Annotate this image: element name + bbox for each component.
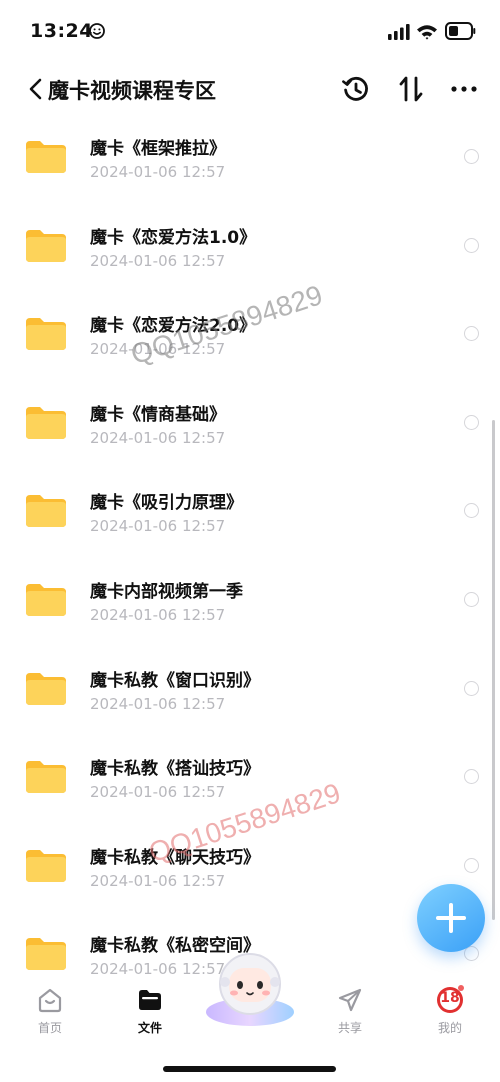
avatar-badge: 18 <box>440 990 460 1006</box>
folder-icon <box>26 938 66 971</box>
tab-label: 文件 <box>137 1021 162 1035</box>
mascot-astronaut-icon[interactable] <box>203 948 297 1028</box>
select-radio[interactable] <box>464 769 479 785</box>
file-name: 魔卡私教《聊天技巧》 <box>90 847 260 868</box>
file-list: 魔卡《框架推拉》 2024-01-06 12:57 魔卡《恋爱方法1.0》 2024-… <box>0 100 500 978</box>
folder-icon <box>26 584 66 616</box>
folder-icon <box>26 141 66 173</box>
add-button[interactable] <box>417 884 485 952</box>
file-name: 魔卡《框架推拉》 <box>90 139 226 159</box>
folder-icon <box>26 406 66 439</box>
file-name: 魔卡私教《窗口识别》 <box>90 670 260 691</box>
tab-label: 我的 <box>437 1021 462 1035</box>
file-date: 2024-01-06 12:57 <box>90 428 226 447</box>
file-date: 2024-01-06 12:57 <box>90 340 226 359</box>
file-date: 2024-01-06 12:57 <box>90 163 226 181</box>
status-bar: 13:24 <box>0 0 500 62</box>
battery-icon <box>445 22 476 40</box>
folder-icon <box>26 495 66 528</box>
file-name: 魔卡内部视频第一季 <box>90 582 243 602</box>
tab-mine[interactable]: 18 我的 <box>400 976 500 1056</box>
file-name: 魔卡《吸引力原理》 <box>90 493 243 514</box>
file-date: 2024-01-06 12:57 <box>90 871 226 890</box>
tab-share[interactable]: 共享 <box>300 976 400 1056</box>
select-radio[interactable] <box>464 857 479 873</box>
folder-icon <box>26 318 66 351</box>
select-radio[interactable] <box>464 680 479 696</box>
home-icon <box>38 988 62 1013</box>
folder-icon <box>26 849 66 882</box>
tab-label: 首页 <box>37 1021 62 1035</box>
list-item[interactable]: 魔卡《情商基础》 2024-01-06 12:57 <box>0 366 500 454</box>
tab-label: 共享 <box>337 1021 362 1035</box>
file-name: 魔卡《恋爱方法1.0》 <box>90 227 257 248</box>
home-indicator <box>163 1066 336 1072</box>
file-name: 魔卡《恋爱方法2.0》 <box>90 316 257 337</box>
file-name: 魔卡《情商基础》 <box>90 404 226 425</box>
file-name: 魔卡私教《搭讪技巧》 <box>90 759 260 780</box>
file-date: 2024-01-06 12:57 <box>90 517 226 536</box>
file-date: 2024-01-06 12:57 <box>90 251 226 270</box>
folder-icon <box>26 672 66 705</box>
folder-icon <box>26 229 66 262</box>
smiley-icon <box>89 23 105 39</box>
list-item[interactable]: 魔卡《吸引力原理》 2024-01-06 12:57 <box>0 454 500 542</box>
select-radio[interactable] <box>464 414 479 430</box>
status-time: 13:24 <box>30 20 93 42</box>
file-date: 2024-01-06 12:57 <box>90 606 226 624</box>
folder-icon <box>139 990 161 1010</box>
tab-files[interactable]: 文件 <box>100 976 200 1056</box>
scrollbar[interactable] <box>492 420 495 920</box>
plus-icon <box>436 903 466 933</box>
list-item[interactable]: 魔卡私教《搭讪技巧》 2024-01-06 12:57 <box>0 720 500 808</box>
list-item[interactable]: 魔卡内部视频第一季 2024-01-06 12:57 <box>0 543 500 631</box>
select-radio[interactable] <box>464 149 479 164</box>
select-radio[interactable] <box>464 503 479 519</box>
wifi-icon <box>417 25 437 40</box>
file-date: 2024-01-06 12:57 <box>90 694 226 713</box>
list-item[interactable]: 魔卡《恋爱方法1.0》 2024-01-06 12:57 <box>0 189 500 277</box>
select-radio[interactable] <box>464 326 479 342</box>
list-item[interactable]: 魔卡私教《窗口识别》 2024-01-06 12:57 <box>0 632 500 720</box>
tab-home[interactable]: 首页 <box>0 976 100 1056</box>
list-item[interactable]: 魔卡《恋爱方法2.0》 2024-01-06 12:57 <box>0 277 500 365</box>
file-date: 2024-01-06 12:57 <box>90 783 226 802</box>
select-radio[interactable] <box>464 592 479 607</box>
cellular-signal-icon <box>388 24 410 40</box>
share-icon <box>338 988 362 1012</box>
folder-icon <box>26 761 66 794</box>
select-radio[interactable] <box>464 237 479 253</box>
list-item[interactable]: 魔卡《框架推拉》 2024-01-06 12:57 <box>0 100 500 188</box>
